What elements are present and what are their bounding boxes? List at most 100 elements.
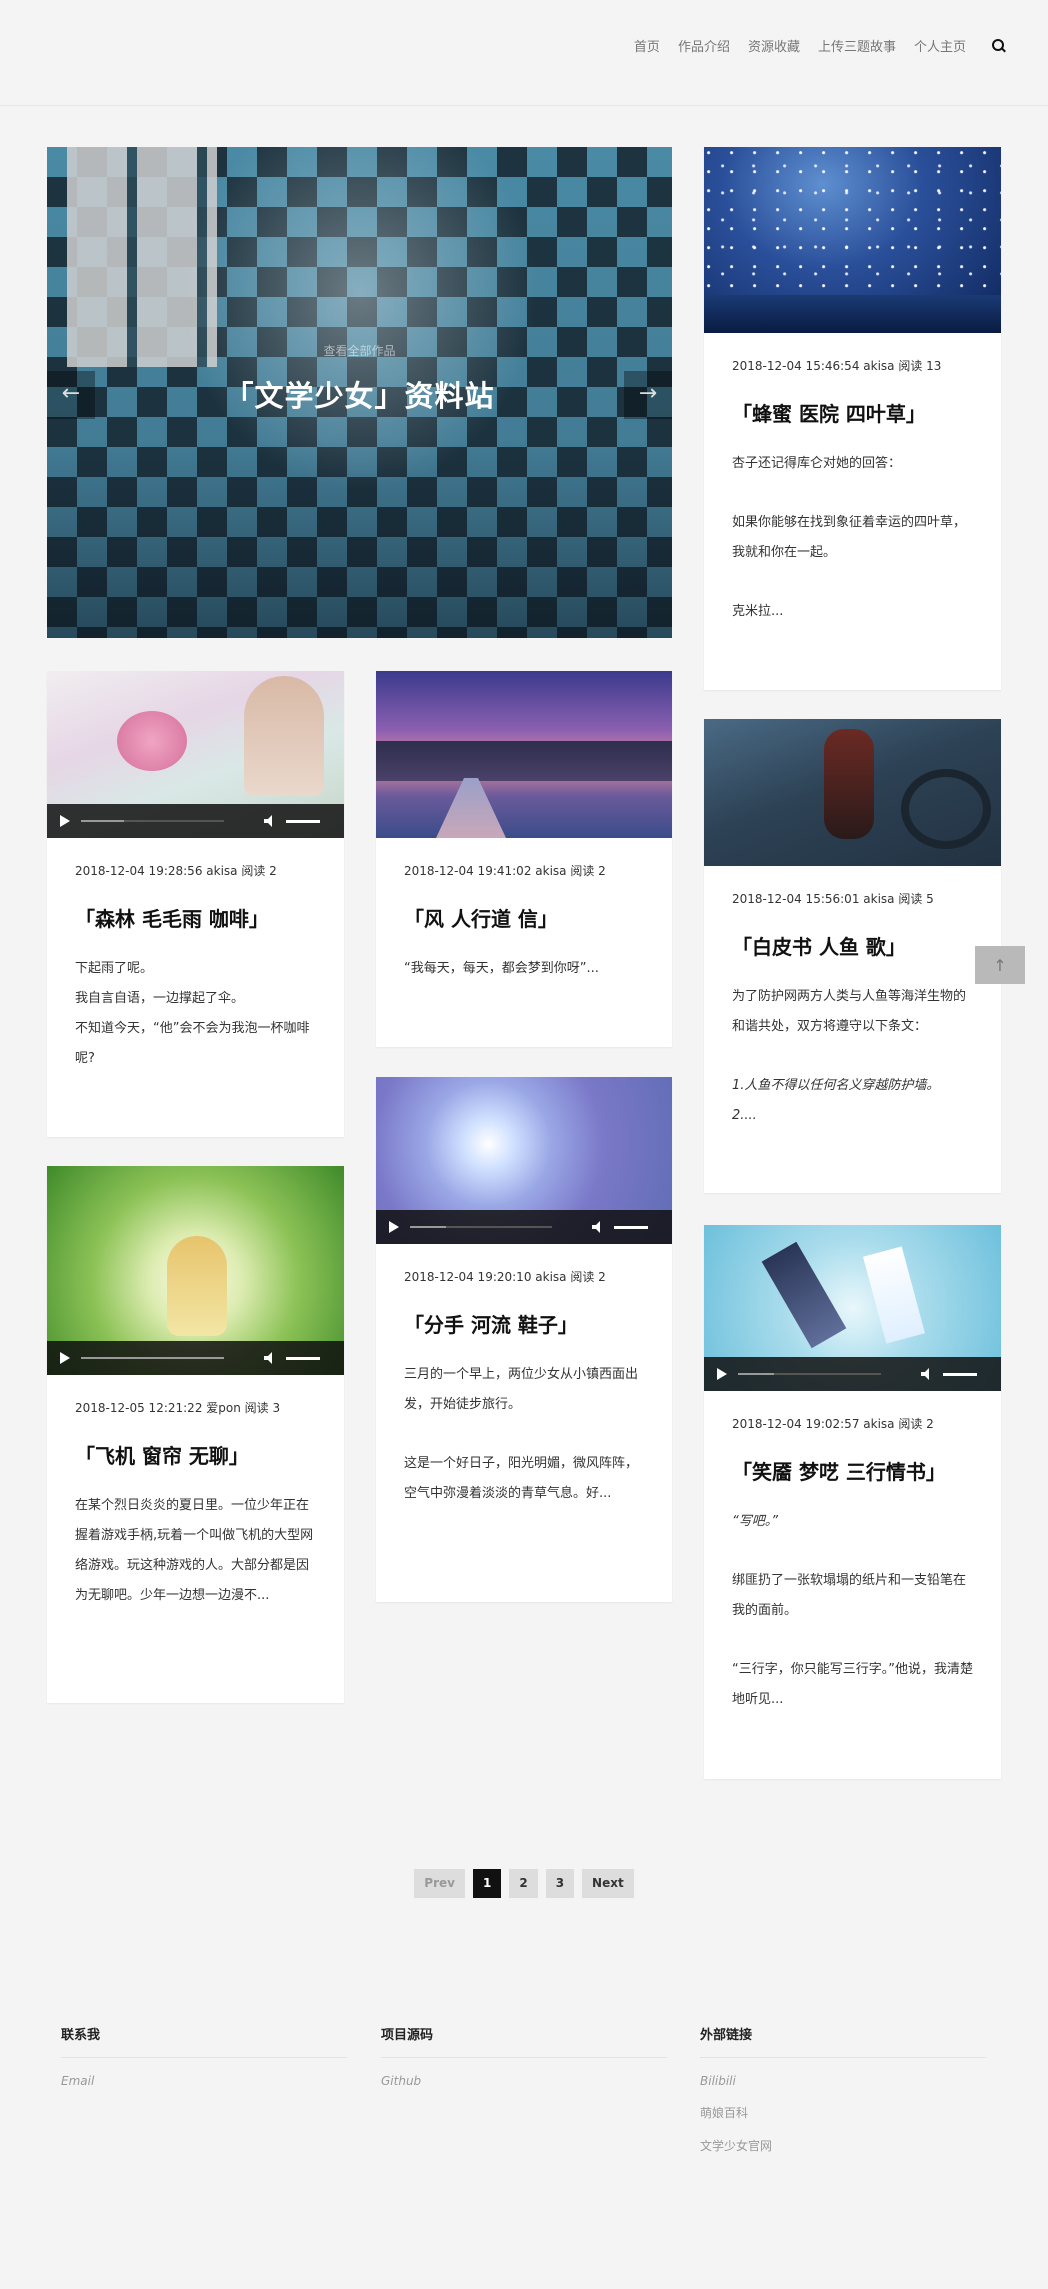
post-card[interactable]: 2018-12-04 15:46:54 akisa 阅读 13 「蜂蜜 医院 四… [704, 147, 1001, 690]
volume-slider[interactable] [943, 1373, 977, 1376]
excerpt-paragraph: 2.... [732, 1108, 757, 1123]
excerpt-paragraph: 我自言自语，一边撑起了伞。 [75, 991, 245, 1006]
post-image[interactable] [704, 719, 1001, 866]
volume-slider[interactable] [286, 820, 320, 823]
excerpt-paragraph: 杏子还记得库仑对她的回答： [732, 456, 902, 471]
play-icon[interactable] [60, 815, 70, 827]
post-excerpt: 为了防护网两方人类与人鱼等海洋生物的和谐共处，双方将遵守以下条文： 1.人鱼不得… [732, 982, 973, 1131]
arrow-up-icon[interactable]: ↑ [975, 946, 1025, 984]
post-title[interactable]: 「蜂蜜 医院 四叶草」 [732, 398, 973, 427]
post-card[interactable]: 2018-12-04 19:02:57 akisa 阅读 2 「笑靥 梦呓 三行… [704, 1225, 1001, 1779]
nav-resources[interactable]: 资源收藏 [748, 36, 800, 55]
post-meta: 2018-12-04 19:20:10 akisa 阅读 2 [404, 1270, 606, 1284]
hero-slider[interactable]: 查看全部作品 「文学少女」资料站 ← → [47, 147, 672, 638]
post-card[interactable]: 2018-12-04 19:20:10 akisa 阅读 2 「分手 河流 鞋子… [376, 1077, 672, 1602]
audio-player[interactable] [47, 804, 344, 838]
post-meta: 2018-12-04 19:28:56 akisa 阅读 2 [75, 864, 277, 878]
email-link[interactable]: Email [61, 2074, 347, 2088]
github-link[interactable]: Github [381, 2074, 667, 2088]
audio-progress[interactable] [738, 1373, 881, 1375]
post-meta: 2018-12-04 15:46:54 akisa 阅读 13 [732, 359, 942, 373]
arrow-left-icon[interactable]: ← [47, 371, 95, 419]
volume-icon[interactable] [592, 1221, 604, 1233]
page-button-2[interactable]: 2 [509, 1869, 538, 1898]
volume-slider[interactable] [286, 1357, 320, 1360]
excerpt-paragraph: “三行字，你只能写三行字。”他说，我清楚地听见... [732, 1662, 973, 1707]
bilibili-link[interactable]: Bilibili [700, 2074, 986, 2088]
post-image[interactable] [47, 1166, 344, 1375]
nav-works[interactable]: 作品介绍 [678, 36, 730, 55]
search-icon[interactable] [992, 38, 1006, 53]
post-meta: 2018-12-04 19:02:57 akisa 阅读 2 [732, 1417, 934, 1431]
footer-external: 外部链接 Bilibili 萌娘百科 文学少女官网 [700, 2024, 986, 2154]
excerpt-paragraph: 如果你能够在找到象征着幸运的四叶草，我就和你在一起。 [732, 515, 967, 560]
audio-progress[interactable] [410, 1226, 552, 1228]
footer-source: 项目源码 Github [381, 2024, 667, 2088]
excerpt-paragraph: “我每天，每天，都会梦到你呀”... [404, 961, 599, 976]
post-title[interactable]: 「风 人行道 信」 [404, 903, 644, 932]
prev-page-button[interactable]: Prev [414, 1869, 465, 1898]
sea-decor [704, 295, 1001, 333]
nav-profile[interactable]: 个人主页 [914, 36, 966, 55]
post-title[interactable]: 「笑靥 梦呓 三行情书」 [732, 1456, 973, 1485]
excerpt-paragraph: “写吧。” [732, 1514, 778, 1529]
post-meta: 2018-12-05 12:21:22 爱pon 阅读 3 [75, 1401, 281, 1415]
post-title[interactable]: 「分手 河流 鞋子」 [404, 1309, 644, 1338]
excerpt-paragraph: 绑匪扔了一张软塌塌的纸片和一支铅笔在我的面前。 [732, 1573, 967, 1618]
play-icon[interactable] [717, 1368, 727, 1380]
excerpt-paragraph: 下起雨了呢。 [75, 961, 154, 976]
slider-subtitle[interactable]: 查看全部作品 [47, 342, 672, 359]
post-title[interactable]: 「森林 毛毛雨 咖啡」 [75, 903, 316, 932]
post-excerpt: “我每天，每天，都会梦到你呀”... [404, 954, 644, 984]
post-card[interactable]: 2018-12-04 15:56:01 akisa 阅读 5 「白皮书 人鱼 歌… [704, 719, 1001, 1193]
footer-source-title: 项目源码 [381, 2024, 667, 2058]
post-meta: 2018-12-04 15:56:01 akisa 阅读 5 [732, 892, 934, 906]
volume-slider[interactable] [614, 1226, 648, 1229]
boy-decor [761, 1241, 847, 1349]
nav-home[interactable]: 首页 [634, 36, 660, 55]
road-decor [436, 778, 506, 838]
arrow-right-icon[interactable]: → [624, 371, 672, 419]
next-page-button[interactable]: Next [582, 1869, 634, 1898]
audio-player[interactable] [376, 1210, 672, 1244]
excerpt-paragraph: 不知道今天，“他”会不会为我泡一杯咖啡呢? [75, 1021, 310, 1066]
post-image[interactable] [376, 671, 672, 838]
post-meta: 2018-12-04 19:41:02 akisa 阅读 2 [404, 864, 606, 878]
excerpt-paragraph: 1.人鱼不得以任何名义穿越防护墙。 [732, 1078, 940, 1093]
excerpt-paragraph: 这是一个好日子，阳光明媚，微风阵阵，空气中弥漫着淡淡的青草气息。好... [404, 1456, 639, 1501]
post-image[interactable] [704, 147, 1001, 333]
post-title[interactable]: 「白皮书 人鱼 歌」 [732, 931, 973, 960]
audio-player[interactable] [47, 1341, 344, 1375]
post-card[interactable]: 2018-12-05 12:21:22 爱pon 阅读 3 「飞机 窗帘 无聊」… [47, 1166, 344, 1703]
post-image[interactable] [376, 1077, 672, 1244]
post-image[interactable] [47, 671, 344, 838]
site-header: 首页 作品介绍 资源收藏 上传三题故事 个人主页 [0, 0, 1048, 106]
post-card[interactable]: 2018-12-04 19:28:56 akisa 阅读 2 「森林 毛毛雨 咖… [47, 671, 344, 1137]
moegirl-link[interactable]: 萌娘百科 [700, 2104, 986, 2121]
post-image[interactable] [704, 1225, 1001, 1391]
excerpt-paragraph: 在某个烈日炎炎的夏日里。一位少年正在握着游戏手柄,玩着一个叫做飞机的大型网络游戏… [75, 1498, 314, 1603]
volume-icon[interactable] [264, 815, 276, 827]
official-site-link[interactable]: 文学少女官网 [700, 2137, 986, 2154]
audio-progress[interactable] [81, 1357, 224, 1359]
post-excerpt: 在某个烈日炎炎的夏日里。一位少年正在握着游戏手柄,玩着一个叫做飞机的大型网络游戏… [75, 1491, 316, 1611]
post-title[interactable]: 「飞机 窗帘 无聊」 [75, 1440, 316, 1469]
excerpt-paragraph: 为了防护网两方人类与人鱼等海洋生物的和谐共处，双方将遵守以下条文： [732, 989, 967, 1034]
post-excerpt: “写吧。” 绑匪扔了一张软塌塌的纸片和一支铅笔在我的面前。 “三行字，你只能写三… [732, 1507, 973, 1715]
play-icon[interactable] [60, 1352, 70, 1364]
footer-external-title: 外部链接 [700, 2024, 986, 2058]
volume-icon[interactable] [264, 1352, 276, 1364]
page-button-3[interactable]: 3 [545, 1869, 575, 1898]
main-nav: 首页 作品介绍 资源收藏 上传三题故事 个人主页 [616, 36, 1006, 55]
nav-upload-story[interactable]: 上传三题故事 [818, 36, 896, 55]
post-card[interactable]: 2018-12-04 19:41:02 akisa 阅读 2 「风 人行道 信」… [376, 671, 672, 1047]
play-icon[interactable] [389, 1221, 399, 1233]
post-excerpt: 下起雨了呢。 我自言自语，一边撑起了伞。 不知道今天，“他”会不会为我泡一杯咖啡… [75, 954, 316, 1074]
excerpt-paragraph: 克米拉... [732, 604, 784, 619]
audio-progress[interactable] [81, 820, 224, 822]
slider-title[interactable]: 「文学少女」资料站 [47, 373, 672, 415]
page-button-1[interactable]: 1 [472, 1869, 502, 1898]
wave-decor [901, 769, 991, 849]
audio-player[interactable] [704, 1357, 1001, 1391]
volume-icon[interactable] [921, 1368, 933, 1380]
